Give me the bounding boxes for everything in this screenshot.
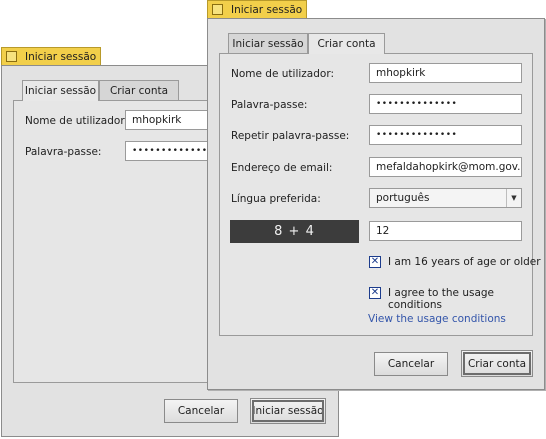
repeat-password-input[interactable]: •••••••••••••• [369,125,522,145]
create-account-button[interactable]: Criar conta [461,350,533,377]
chevron-down-icon: ▼ [506,189,521,207]
language-label: Língua preferida: [231,193,321,205]
language-value: português [376,192,430,204]
tab-label: Criar conta [109,84,169,97]
tab-iniciar-sessao[interactable]: Iniciar sessão [22,80,99,101]
tab-criar-conta[interactable]: Criar conta [308,33,385,54]
front-window-title-tab[interactable]: Iniciar sessão [207,0,307,18]
cancel-button[interactable]: Cancelar [164,399,238,423]
captcha-text: 8 + 4 [274,224,315,239]
tab-label: Iniciar sessão [232,37,304,50]
password-label: Palavra-passe: [231,99,308,111]
front-tabbar: Iniciar sessão Criar conta [220,33,420,54]
tab-criar-conta[interactable]: Criar conta [99,80,179,100]
front-window-frame: Iniciar sessão Criar conta Nome de utili… [207,18,545,390]
back-window-title: Iniciar sessão [25,50,97,63]
age-checkbox[interactable]: ✕ [369,256,381,268]
cancel-button[interactable]: Cancelar [374,352,448,376]
front-window-title: Iniciar sessão [231,3,303,16]
username-label: Nome de utilizador: [25,115,128,127]
password-label: Palavra-passe: [25,146,102,158]
captcha-answer-input[interactable]: 12 [369,221,522,241]
password-input[interactable]: •••••••••••••• [125,141,215,161]
repeat-password-label: Repetir palavra-passe: [231,130,350,142]
back-window-title-tab[interactable]: Iniciar sessão [1,47,101,65]
username-label: Nome de utilizador: [231,68,334,80]
terms-checkbox[interactable]: ✕ [369,287,381,299]
tab-label: Criar conta [317,38,376,50]
view-usage-conditions-link[interactable]: View the usage conditions [368,313,506,325]
username-input[interactable]: mhopkirk [369,63,522,83]
email-label: Endereço de email: [231,162,333,174]
terms-checkbox-label: I agree to the usage conditions [388,287,495,311]
username-input[interactable]: mhopkirk [125,110,215,130]
login-button[interactable]: Iniciar sessão [250,398,326,424]
window-icon [6,51,17,62]
tab-iniciar-sessao[interactable]: Iniciar sessão [228,33,308,53]
language-select[interactable]: português ▼ [369,188,522,208]
age-checkbox-label: I am 16 years of age or older [388,256,541,268]
window-icon [212,4,223,15]
check-icon: ✕ [370,287,380,298]
email-input[interactable]: mefaldahopkirk@mom.gov.uk [369,157,522,177]
password-input[interactable]: •••••••••••••• [369,94,522,114]
check-icon: ✕ [370,256,380,267]
captcha-image: 8 + 4 [230,220,359,243]
back-tabbar: Iniciar sessão Criar conta [14,80,214,101]
tab-label: Iniciar sessão [24,85,97,97]
